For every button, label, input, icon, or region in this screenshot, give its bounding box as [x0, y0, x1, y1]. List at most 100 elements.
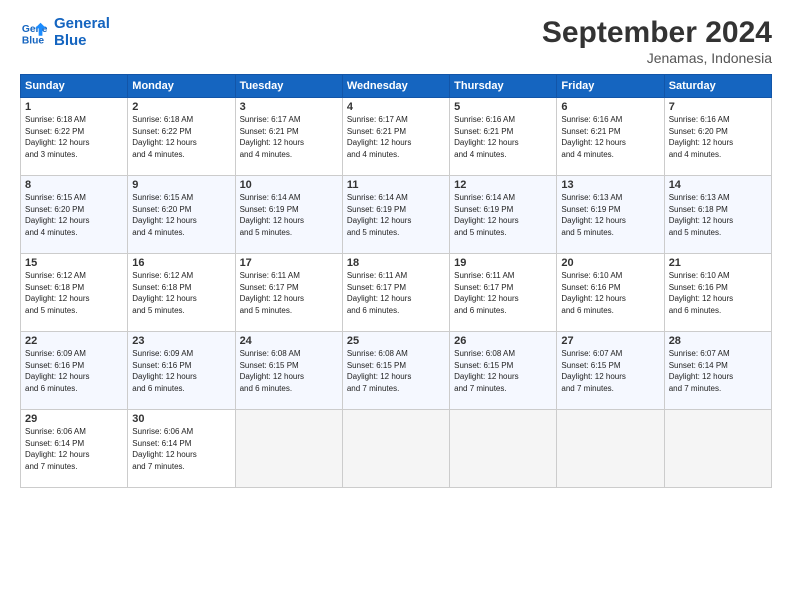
day-info: Sunrise: 6:15 AMSunset: 6:20 PMDaylight:…: [132, 192, 230, 238]
svg-text:General: General: [22, 24, 48, 35]
table-cell: 10Sunrise: 6:14 AMSunset: 6:19 PMDayligh…: [235, 176, 342, 254]
table-cell: 9Sunrise: 6:15 AMSunset: 6:20 PMDaylight…: [128, 176, 235, 254]
day-number: 22: [25, 335, 123, 347]
table-cell: 5Sunrise: 6:16 AMSunset: 6:21 PMDaylight…: [450, 98, 557, 176]
day-number: 13: [561, 179, 659, 191]
calendar-row: 15Sunrise: 6:12 AMSunset: 6:18 PMDayligh…: [21, 254, 772, 332]
location-title: Jenamas, Indonesia: [542, 50, 772, 66]
day-number: 24: [240, 335, 338, 347]
table-cell: 13Sunrise: 6:13 AMSunset: 6:19 PMDayligh…: [557, 176, 664, 254]
day-number: 11: [347, 179, 445, 191]
table-cell: 28Sunrise: 6:07 AMSunset: 6:14 PMDayligh…: [664, 332, 771, 410]
logo-text: GeneralBlue: [54, 16, 110, 49]
col-wednesday: Wednesday: [342, 75, 449, 98]
day-info: Sunrise: 6:08 AMSunset: 6:15 PMDaylight:…: [454, 348, 552, 394]
calendar-row: 29Sunrise: 6:06 AMSunset: 6:14 PMDayligh…: [21, 410, 772, 488]
table-cell: 6Sunrise: 6:16 AMSunset: 6:21 PMDaylight…: [557, 98, 664, 176]
day-info: Sunrise: 6:07 AMSunset: 6:14 PMDaylight:…: [669, 348, 767, 394]
table-cell: 23Sunrise: 6:09 AMSunset: 6:16 PMDayligh…: [128, 332, 235, 410]
day-info: Sunrise: 6:11 AMSunset: 6:17 PMDaylight:…: [347, 270, 445, 316]
day-number: 16: [132, 257, 230, 269]
day-info: Sunrise: 6:09 AMSunset: 6:16 PMDaylight:…: [25, 348, 123, 394]
day-info: Sunrise: 6:18 AMSunset: 6:22 PMDaylight:…: [132, 114, 230, 160]
logo: General Blue GeneralBlue: [20, 16, 110, 49]
col-tuesday: Tuesday: [235, 75, 342, 98]
day-number: 1: [25, 101, 123, 113]
day-info: Sunrise: 6:11 AMSunset: 6:17 PMDaylight:…: [454, 270, 552, 316]
day-number: 23: [132, 335, 230, 347]
day-info: Sunrise: 6:16 AMSunset: 6:21 PMDaylight:…: [454, 114, 552, 160]
table-cell: 15Sunrise: 6:12 AMSunset: 6:18 PMDayligh…: [21, 254, 128, 332]
day-info: Sunrise: 6:12 AMSunset: 6:18 PMDaylight:…: [25, 270, 123, 316]
table-cell: 7Sunrise: 6:16 AMSunset: 6:20 PMDaylight…: [664, 98, 771, 176]
day-number: 20: [561, 257, 659, 269]
table-cell: 11Sunrise: 6:14 AMSunset: 6:19 PMDayligh…: [342, 176, 449, 254]
day-info: Sunrise: 6:10 AMSunset: 6:16 PMDaylight:…: [561, 270, 659, 316]
col-sunday: Sunday: [21, 75, 128, 98]
table-cell: 20Sunrise: 6:10 AMSunset: 6:16 PMDayligh…: [557, 254, 664, 332]
table-cell: 8Sunrise: 6:15 AMSunset: 6:20 PMDaylight…: [21, 176, 128, 254]
logo-icon: General Blue: [20, 19, 48, 47]
day-info: Sunrise: 6:11 AMSunset: 6:17 PMDaylight:…: [240, 270, 338, 316]
day-number: 12: [454, 179, 552, 191]
day-number: 14: [669, 179, 767, 191]
day-info: Sunrise: 6:07 AMSunset: 6:15 PMDaylight:…: [561, 348, 659, 394]
day-info: Sunrise: 6:14 AMSunset: 6:19 PMDaylight:…: [347, 192, 445, 238]
calendar-row: 8Sunrise: 6:15 AMSunset: 6:20 PMDaylight…: [21, 176, 772, 254]
day-info: Sunrise: 6:14 AMSunset: 6:19 PMDaylight:…: [454, 192, 552, 238]
table-cell: 17Sunrise: 6:11 AMSunset: 6:17 PMDayligh…: [235, 254, 342, 332]
table-cell: 22Sunrise: 6:09 AMSunset: 6:16 PMDayligh…: [21, 332, 128, 410]
day-info: Sunrise: 6:12 AMSunset: 6:18 PMDaylight:…: [132, 270, 230, 316]
calendar-header-row: Sunday Monday Tuesday Wednesday Thursday…: [21, 75, 772, 98]
table-cell: 21Sunrise: 6:10 AMSunset: 6:16 PMDayligh…: [664, 254, 771, 332]
day-info: Sunrise: 6:14 AMSunset: 6:19 PMDaylight:…: [240, 192, 338, 238]
table-cell: [664, 410, 771, 488]
table-cell: 26Sunrise: 6:08 AMSunset: 6:15 PMDayligh…: [450, 332, 557, 410]
day-number: 27: [561, 335, 659, 347]
day-number: 18: [347, 257, 445, 269]
day-info: Sunrise: 6:13 AMSunset: 6:18 PMDaylight:…: [669, 192, 767, 238]
day-info: Sunrise: 6:06 AMSunset: 6:14 PMDaylight:…: [132, 426, 230, 472]
table-cell: [450, 410, 557, 488]
table-cell: 29Sunrise: 6:06 AMSunset: 6:14 PMDayligh…: [21, 410, 128, 488]
day-number: 3: [240, 101, 338, 113]
table-cell: 16Sunrise: 6:12 AMSunset: 6:18 PMDayligh…: [128, 254, 235, 332]
table-cell: 14Sunrise: 6:13 AMSunset: 6:18 PMDayligh…: [664, 176, 771, 254]
day-number: 2: [132, 101, 230, 113]
day-number: 5: [454, 101, 552, 113]
day-number: 9: [132, 179, 230, 191]
day-info: Sunrise: 6:06 AMSunset: 6:14 PMDaylight:…: [25, 426, 123, 472]
table-cell: 24Sunrise: 6:08 AMSunset: 6:15 PMDayligh…: [235, 332, 342, 410]
table-cell: 3Sunrise: 6:17 AMSunset: 6:21 PMDaylight…: [235, 98, 342, 176]
col-friday: Friday: [557, 75, 664, 98]
calendar-row: 1 Sunrise: 6:18 AMSunset: 6:22 PMDaylight…: [21, 98, 772, 176]
col-saturday: Saturday: [664, 75, 771, 98]
day-info: Sunrise: 6:16 AMSunset: 6:21 PMDaylight:…: [561, 114, 659, 160]
table-cell: [235, 410, 342, 488]
day-number: 29: [25, 413, 123, 425]
day-info: Sunrise: 6:16 AMSunset: 6:20 PMDaylight:…: [669, 114, 767, 160]
day-number: 7: [669, 101, 767, 113]
svg-text:Blue: Blue: [22, 35, 45, 46]
day-number: 4: [347, 101, 445, 113]
day-number: 30: [132, 413, 230, 425]
month-title: September 2024: [542, 16, 772, 50]
table-cell: 2Sunrise: 6:18 AMSunset: 6:22 PMDaylight…: [128, 98, 235, 176]
title-area: September 2024 Jenamas, Indonesia: [542, 16, 772, 66]
day-info: Sunrise: 6:13 AMSunset: 6:19 PMDaylight:…: [561, 192, 659, 238]
day-info: Sunrise: 6:09 AMSunset: 6:16 PMDaylight:…: [132, 348, 230, 394]
col-thursday: Thursday: [450, 75, 557, 98]
day-info: Sunrise: 6:17 AMSunset: 6:21 PMDaylight:…: [347, 114, 445, 160]
calendar-row: 22Sunrise: 6:09 AMSunset: 6:16 PMDayligh…: [21, 332, 772, 410]
day-info: Sunrise: 6:08 AMSunset: 6:15 PMDaylight:…: [347, 348, 445, 394]
day-number: 19: [454, 257, 552, 269]
day-number: 28: [669, 335, 767, 347]
table-cell: [557, 410, 664, 488]
day-number: 21: [669, 257, 767, 269]
day-number: 6: [561, 101, 659, 113]
table-cell: 27Sunrise: 6:07 AMSunset: 6:15 PMDayligh…: [557, 332, 664, 410]
header: General Blue GeneralBlue September 2024 …: [20, 16, 772, 66]
day-number: 10: [240, 179, 338, 191]
day-info: Sunrise: 6:17 AMSunset: 6:21 PMDaylight:…: [240, 114, 338, 160]
day-number: 17: [240, 257, 338, 269]
